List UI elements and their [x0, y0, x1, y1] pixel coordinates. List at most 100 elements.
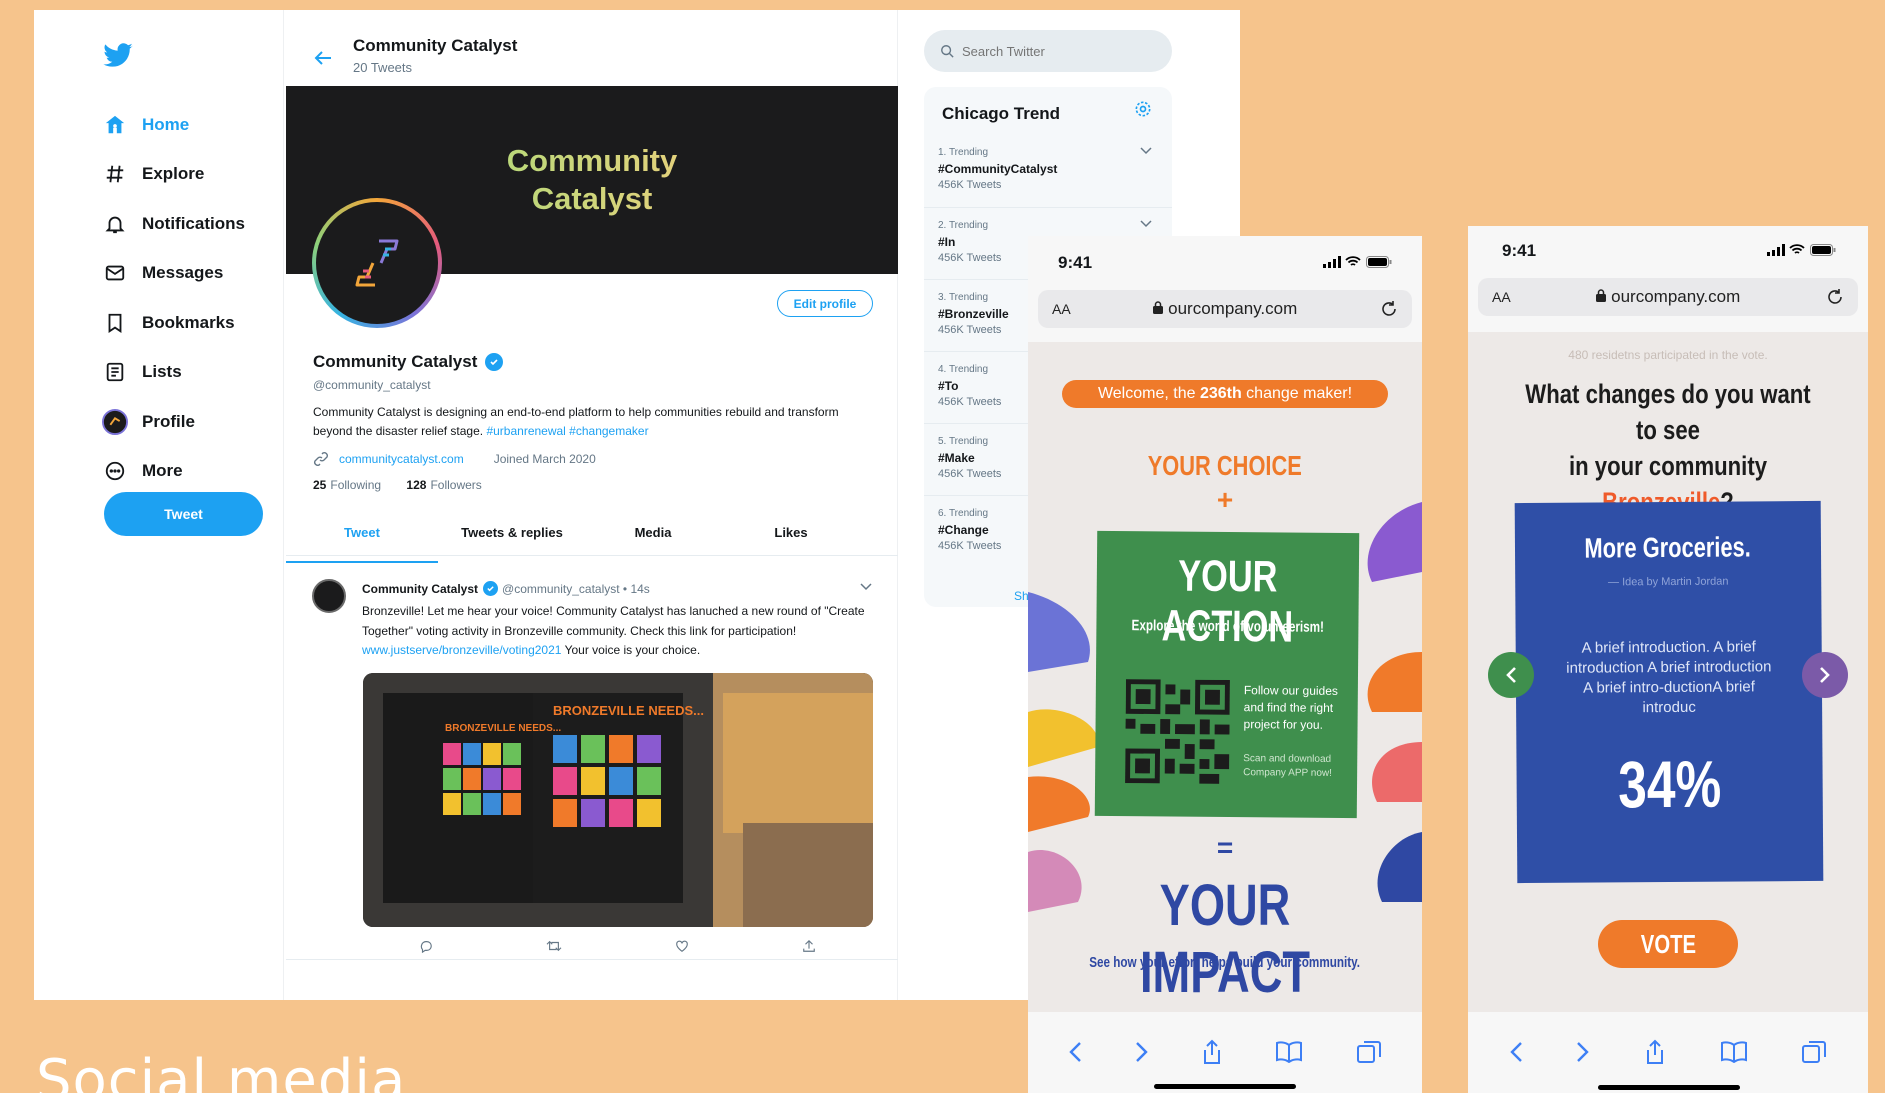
tweet-body: Bronzeville! Let me hear your voice! Com… — [362, 604, 865, 638]
forward-icon[interactable] — [1135, 1041, 1149, 1063]
nav-label: Messages — [142, 263, 224, 283]
reply-icon[interactable] — [419, 939, 433, 953]
tab-media[interactable]: Media — [586, 518, 720, 555]
reload-icon[interactable] — [1826, 288, 1844, 306]
trend-item[interactable]: 1. Trending #CommunityCatalyst 456K Twee… — [924, 135, 1172, 207]
tab-likes[interactable]: Likes — [720, 518, 862, 555]
share-icon[interactable] — [802, 939, 816, 953]
nav-item-profile[interactable]: Profile — [102, 397, 245, 447]
profile-avatar[interactable] — [312, 198, 442, 328]
action-subtitle: Explore the world of volunteerism! — [1131, 617, 1324, 636]
back-icon[interactable] — [1509, 1041, 1523, 1063]
back-icon[interactable] — [1068, 1041, 1082, 1063]
nav-item-lists[interactable]: Lists — [102, 348, 245, 398]
chevron-down-icon[interactable] — [1140, 147, 1152, 155]
vote-button[interactable]: VOTE — [1598, 920, 1738, 968]
url-text: ourcompany.com — [1168, 299, 1298, 318]
nav-label: Notifications — [142, 213, 245, 233]
home-indicator[interactable] — [1598, 1085, 1740, 1090]
tweet-card[interactable]: Community Catalyst @community_catalyst •… — [286, 565, 898, 960]
bio-hashtags[interactable]: #urbanrenewal #changemaker — [486, 424, 648, 438]
twitter-logo-icon[interactable] — [102, 40, 134, 72]
question-wrap: What changes do you want to see in your … — [1520, 376, 1815, 520]
nav-item-bookmarks[interactable]: Bookmarks — [102, 298, 245, 348]
profile-name-text: Community Catalyst — [313, 352, 478, 371]
nav-item-more[interactable]: More — [102, 447, 245, 497]
main-nav: Home Explore Notifications Messages Book… — [102, 100, 245, 496]
heart-icon[interactable] — [675, 939, 689, 953]
profile-website-link[interactable]: communitycatalyst.com — [339, 452, 464, 466]
nav-item-messages[interactable]: Messages — [102, 249, 245, 299]
hands-logo-icon — [355, 239, 399, 287]
text-size-button[interactable]: AA — [1492, 289, 1511, 305]
nav-item-home[interactable]: Home — [102, 100, 245, 150]
safari-toolbar — [1468, 1012, 1868, 1092]
tab-tweets-replies[interactable]: Tweets & replies — [438, 518, 586, 555]
tweet-actions — [362, 939, 872, 953]
text-size-button[interactable]: AA — [1052, 301, 1071, 317]
url-display: ourcompany.com — [1511, 287, 1826, 307]
battery-icon — [1810, 244, 1836, 256]
chevron-down-icon[interactable] — [1140, 220, 1152, 228]
qr-code[interactable] — [1125, 679, 1230, 784]
share-icon[interactable] — [1644, 1039, 1666, 1065]
tabs-icon[interactable] — [1801, 1039, 1827, 1065]
tweet-link[interactable]: www.justserve/bronzeville/voting2021 — [362, 643, 561, 657]
nav-item-notifications[interactable]: Notifications — [102, 199, 245, 249]
your-impact-text: YOUR IMPACT — [1139, 873, 1311, 1005]
banner-title-line: Community — [506, 143, 678, 178]
search-input[interactable] — [962, 43, 1132, 59]
tweet-image[interactable]: BRONZEVILLE NEEDS... BRONZEVILLE NEEDS..… — [363, 673, 873, 927]
tab-tweet[interactable]: Tweet — [286, 518, 438, 563]
tweet-body-end: Your voice is your choice. — [564, 643, 701, 657]
image-sign-text: BRONZEVILLE NEEDS... — [445, 723, 562, 734]
tweet-header: Community Catalyst @community_catalyst •… — [362, 581, 650, 596]
show-more-link[interactable]: Sh — [1014, 589, 1029, 603]
search-box[interactable] — [924, 30, 1172, 72]
profile-title: Community Catalyst — [353, 36, 518, 55]
tweet-avatar[interactable] — [312, 579, 346, 613]
idea-intro: A brief introduction. A brief introducti… — [1566, 638, 1772, 717]
nav-label: More — [142, 461, 183, 481]
image-sign-text: BRONZEVILLE NEEDS... — [553, 703, 704, 718]
tabs-icon[interactable] — [1356, 1039, 1382, 1065]
previous-idea-button[interactable] — [1488, 652, 1534, 698]
bookmarks-icon[interactable] — [1275, 1041, 1303, 1063]
followers-stat[interactable]: 128 Followers — [406, 478, 481, 492]
gear-icon[interactable] — [1133, 99, 1153, 119]
profile-header: Community Catalyst 20 Tweets — [286, 10, 897, 86]
url-text: ourcompany.com — [1611, 287, 1741, 306]
welcome-post: change maker! — [1241, 385, 1353, 402]
edit-profile-button[interactable]: Edit profile — [777, 290, 873, 317]
forward-icon[interactable] — [1576, 1041, 1590, 1063]
bookmark-icon — [102, 310, 128, 336]
chevron-down-icon[interactable] — [860, 583, 872, 591]
following-label: Following — [330, 478, 382, 492]
following-stat[interactable]: 25 Following — [313, 478, 381, 492]
signal-icon — [1322, 256, 1341, 268]
list-icon — [102, 359, 128, 385]
link-icon — [314, 452, 328, 466]
address-bar[interactable]: AA ourcompany.com — [1038, 290, 1412, 328]
tweet-author[interactable]: Community Catalyst — [362, 582, 478, 596]
battery-icon — [1366, 256, 1392, 268]
reload-icon[interactable] — [1380, 300, 1398, 318]
next-idea-button[interactable] — [1802, 652, 1848, 698]
bookmarks-icon[interactable] — [1720, 1041, 1748, 1063]
vote-question: What changes do you want to see in your … — [1488, 376, 1848, 520]
retweet-icon[interactable] — [546, 939, 562, 953]
bell-icon — [102, 211, 128, 237]
status-time: 9:41 — [1502, 241, 1537, 260]
nav-item-explore[interactable]: Explore — [102, 150, 245, 200]
address-bar[interactable]: AA ourcompany.com — [1478, 278, 1858, 316]
action-subtitle-wrap: Explore the world of volunteerism! — [1096, 617, 1358, 636]
idea-percent-wrap: 34% — [1516, 745, 1823, 823]
chevron-right-icon — [1820, 667, 1830, 683]
more-icon — [102, 458, 128, 484]
home-indicator[interactable] — [1154, 1084, 1296, 1089]
share-icon[interactable] — [1201, 1039, 1223, 1065]
back-arrow-icon[interactable] — [314, 50, 332, 66]
status-icons — [1322, 253, 1392, 273]
tweet-button[interactable]: Tweet — [104, 492, 263, 536]
idea-card[interactable]: More Groceries. — Idea by Martin Jordan … — [1514, 500, 1824, 884]
